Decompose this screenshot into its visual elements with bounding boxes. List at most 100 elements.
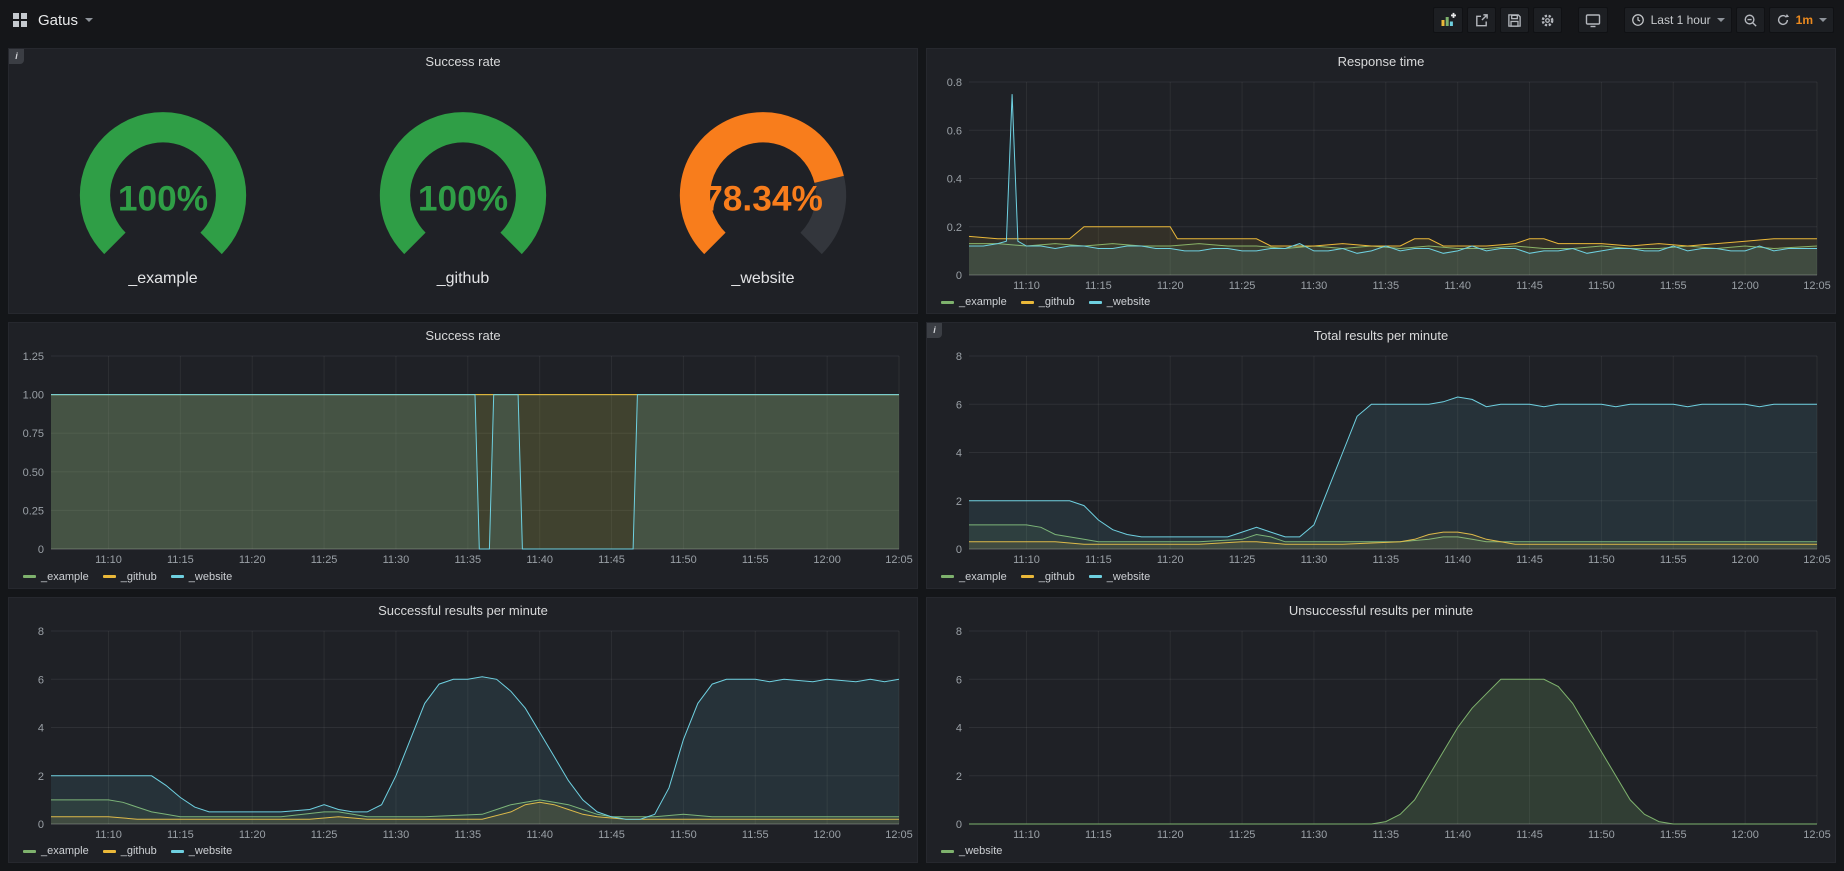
response-time-chart[interactable]: 11:1011:1511:2011:2511:3011:3511:4011:45… [931, 74, 1831, 293]
panel-title[interactable]: Unsuccessful results per minute [1289, 603, 1473, 618]
svg-text:11:55: 11:55 [1660, 829, 1687, 841]
chevron-down-icon [85, 18, 93, 22]
svg-text:11:35: 11:35 [454, 829, 481, 841]
legend-item-_website[interactable]: _website [941, 845, 1002, 857]
panel-header: Total results per minute [927, 323, 1835, 348]
svg-text:11:50: 11:50 [670, 554, 697, 566]
svg-text:11:40: 11:40 [1444, 280, 1471, 292]
dashboards-grid-icon[interactable] [12, 12, 28, 28]
panel-title[interactable]: Success rate [425, 54, 500, 69]
svg-text:6: 6 [956, 400, 962, 412]
series-color-mark [23, 575, 36, 578]
series-color-mark [941, 301, 954, 304]
svg-text:11:15: 11:15 [1085, 280, 1112, 292]
svg-text:11:20: 11:20 [1157, 554, 1184, 566]
legend-item-_website[interactable]: _website [1089, 571, 1150, 583]
svg-text:11:15: 11:15 [1085, 829, 1112, 841]
legend-item-_example[interactable]: _example [941, 296, 1007, 308]
svg-text:11:20: 11:20 [239, 554, 266, 566]
panel-total-results: i Total results per minute 11:1011:1511:… [926, 322, 1836, 588]
legend-item-_github[interactable]: _github [103, 845, 157, 857]
panel-info-icon[interactable]: i [927, 323, 942, 338]
series-name: _example [41, 845, 89, 857]
panel-title[interactable]: Response time [1338, 54, 1425, 69]
legend-item-_github[interactable]: _github [1021, 296, 1075, 308]
legend-item-_github[interactable]: _github [1021, 571, 1075, 583]
gauge-arc: 100% [37, 97, 289, 273]
gauge-label: _github [437, 270, 490, 288]
chart-canvas: 11:1011:1511:2011:2511:3011:3511:4011:45… [13, 348, 913, 567]
svg-text:12:00: 12:00 [813, 554, 841, 566]
gauge-value: 100% [118, 180, 208, 219]
successful-results-chart[interactable]: 11:1011:1511:2011:2511:3011:3511:4011:45… [13, 623, 913, 842]
legend-item-_website[interactable]: _website [1089, 296, 1150, 308]
svg-text:12:05: 12:05 [1803, 554, 1831, 566]
dashboard-picker[interactable]: Gatus [38, 12, 93, 29]
svg-text:12:05: 12:05 [885, 554, 913, 566]
svg-text:11:45: 11:45 [1516, 554, 1543, 566]
chevron-down-icon [1717, 18, 1725, 22]
gear-icon [1540, 13, 1555, 28]
svg-text:4: 4 [956, 722, 962, 734]
time-range-button[interactable]: Last 1 hour [1624, 7, 1732, 33]
series-name: _github [1039, 571, 1075, 583]
panel-header: Unsuccessful results per minute [927, 598, 1835, 623]
legend-item-_example[interactable]: _example [23, 571, 89, 583]
legend: _example _github _website [13, 568, 913, 586]
svg-text:11:10: 11:10 [1013, 280, 1040, 292]
tv-mode-button[interactable] [1578, 7, 1608, 33]
svg-text:11:30: 11:30 [1301, 280, 1328, 292]
refresh-button[interactable]: 1m [1769, 7, 1834, 33]
svg-text:11:40: 11:40 [1444, 829, 1471, 841]
series-name: _website [959, 845, 1002, 857]
svg-text:12:05: 12:05 [1803, 829, 1831, 841]
panel-info-icon[interactable]: i [9, 49, 24, 64]
svg-text:11:35: 11:35 [454, 554, 481, 566]
settings-button[interactable] [1533, 7, 1562, 33]
zoom-out-button[interactable] [1736, 7, 1765, 33]
navbar-left: Gatus [12, 12, 93, 29]
add-panel-button[interactable] [1433, 7, 1463, 33]
panel-header: Success rate [9, 49, 917, 74]
svg-text:12:05: 12:05 [1803, 280, 1831, 292]
panel-header: Successful results per minute [9, 598, 917, 623]
legend-item-_example[interactable]: _example [23, 845, 89, 857]
svg-text:8: 8 [38, 626, 44, 638]
series-color-mark [941, 850, 954, 853]
svg-text:6: 6 [956, 674, 962, 686]
svg-text:11:15: 11:15 [1085, 554, 1112, 566]
svg-text:0: 0 [38, 819, 44, 831]
legend-item-_github[interactable]: _github [103, 571, 157, 583]
total-results-chart[interactable]: 11:1011:1511:2011:2511:3011:3511:4011:45… [931, 348, 1831, 567]
svg-text:12:00: 12:00 [1731, 554, 1759, 566]
series-name: _example [959, 296, 1007, 308]
svg-text:11:50: 11:50 [1588, 554, 1615, 566]
svg-text:11:40: 11:40 [1444, 554, 1471, 566]
series-color-mark [1089, 301, 1102, 304]
svg-text:11:55: 11:55 [1660, 280, 1687, 292]
series-color-mark [941, 575, 954, 578]
svg-text:11:15: 11:15 [167, 554, 194, 566]
panel-unsuccessful-results: Unsuccessful results per minute 11:1011:… [926, 597, 1836, 863]
legend-item-_website[interactable]: _website [171, 845, 232, 857]
panel-header: Success rate [9, 323, 917, 348]
panel-title[interactable]: Successful results per minute [378, 603, 548, 618]
legend: _example _github _website [931, 568, 1831, 586]
series-color-mark [1021, 575, 1034, 578]
panel-title[interactable]: Total results per minute [1314, 328, 1448, 343]
success-rate-chart[interactable]: 11:1011:1511:2011:2511:3011:3511:4011:45… [13, 348, 913, 567]
svg-text:11:20: 11:20 [1157, 280, 1184, 292]
share-button[interactable] [1467, 7, 1496, 33]
svg-text:11:50: 11:50 [1588, 280, 1615, 292]
svg-text:11:20: 11:20 [239, 829, 266, 841]
svg-text:11:25: 11:25 [311, 554, 338, 566]
unsuccessful-results-chart[interactable]: 11:1011:1511:2011:2511:3011:3511:4011:45… [931, 623, 1831, 842]
legend: _example _github _website [931, 293, 1831, 311]
dashboard-grid: i Success rate 100%_example100%_github78… [0, 40, 1844, 871]
legend-item-_website[interactable]: _website [171, 571, 232, 583]
panel-title[interactable]: Success rate [425, 328, 500, 343]
svg-text:0.4: 0.4 [947, 174, 962, 186]
legend-item-_example[interactable]: _example [941, 571, 1007, 583]
save-button[interactable] [1500, 7, 1529, 33]
series-name: _example [41, 571, 89, 583]
